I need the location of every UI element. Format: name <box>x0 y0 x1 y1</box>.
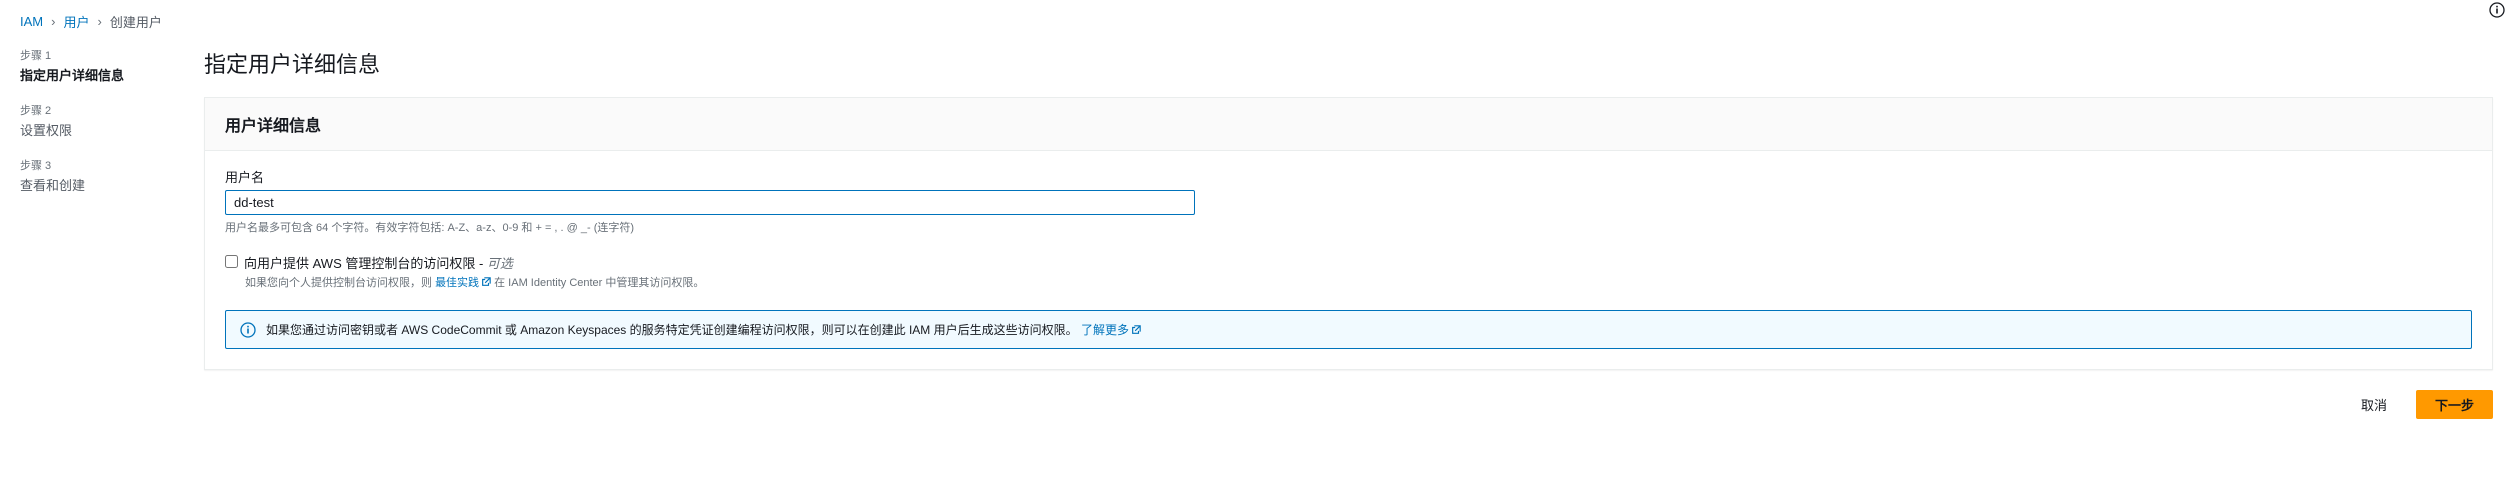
chevron-right-icon: › <box>97 14 101 29</box>
info-alert: 如果您通过访问密钥或者 AWS CodeCommit 或 Amazon Keys… <box>225 310 2472 349</box>
console-access-hint: 如果您向个人提供控制台访问权限，则 最佳实践 在 IAM Identity Ce… <box>245 274 2472 290</box>
external-link-icon <box>1131 324 1141 334</box>
step-1[interactable]: 步骤 1 指定用户详细信息 <box>20 47 180 84</box>
step-2[interactable]: 步骤 2 设置权限 <box>20 102 180 139</box>
step-num: 步骤 1 <box>20 47 180 63</box>
step-label: 设置权限 <box>20 120 180 139</box>
username-label: 用户名 <box>225 167 2472 186</box>
breadcrumb-current: 创建用户 <box>110 12 162 31</box>
console-access-checkbox[interactable] <box>225 255 238 268</box>
breadcrumb-iam[interactable]: IAM <box>20 14 43 29</box>
info-icon <box>240 322 256 338</box>
best-practice-link[interactable]: 最佳实践 <box>435 277 491 289</box>
breadcrumb-users[interactable]: 用户 <box>63 12 89 31</box>
wizard-steps: 步骤 1 指定用户详细信息 步骤 2 设置权限 步骤 3 查看和创建 <box>20 47 180 419</box>
step-num: 步骤 2 <box>20 102 180 118</box>
step-label: 指定用户详细信息 <box>20 65 180 84</box>
breadcrumb: IAM › 用户 › 创建用户 <box>20 12 2493 31</box>
step-num: 步骤 3 <box>20 157 180 173</box>
panel-header: 用户详细信息 <box>205 98 2492 151</box>
user-details-panel: 用户详细信息 用户名 用户名最多可包含 64 个字符。有效字符包括: A-Z、a… <box>204 97 2493 370</box>
help-panel-toggle[interactable] <box>2489 2 2507 20</box>
step-label: 查看和创建 <box>20 175 180 194</box>
step-3[interactable]: 步骤 3 查看和创建 <box>20 157 180 194</box>
next-button[interactable]: 下一步 <box>2416 390 2493 419</box>
cancel-button[interactable]: 取消 <box>2342 390 2406 419</box>
chevron-right-icon: › <box>51 14 55 29</box>
username-input[interactable] <box>225 190 1195 215</box>
info-text: 如果您通过访问密钥或者 AWS CodeCommit 或 Amazon Keys… <box>266 323 1078 337</box>
username-hint: 用户名最多可包含 64 个字符。有效字符包括: A-Z、a-z、0-9 和 + … <box>225 219 2472 235</box>
page-title: 指定用户详细信息 <box>204 47 2493 79</box>
external-link-icon <box>481 277 491 287</box>
console-access-label: 向用户提供 AWS 管理控制台的访问权限 - 可选 <box>244 253 513 272</box>
learn-more-link[interactable]: 了解更多 <box>1081 323 1141 337</box>
footer-buttons: 取消 下一步 <box>204 390 2493 419</box>
